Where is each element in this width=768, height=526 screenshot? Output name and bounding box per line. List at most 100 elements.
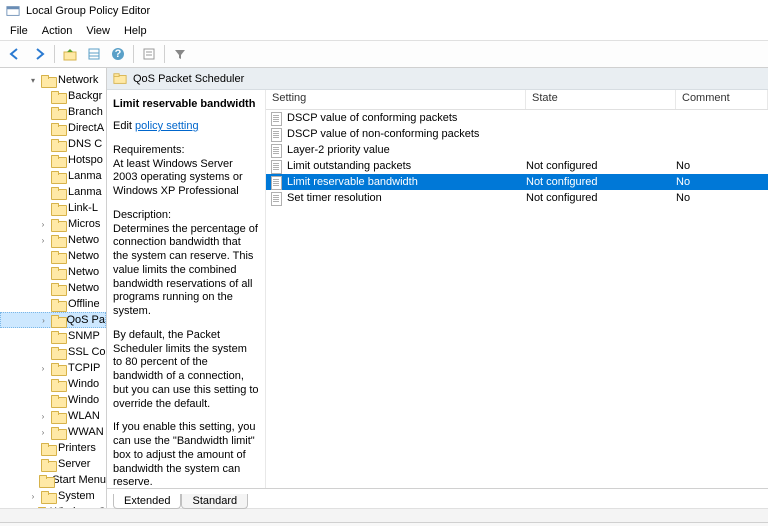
tree-item[interactable]: Lanma <box>0 184 106 200</box>
twist-icon[interactable] <box>38 123 48 133</box>
twist-icon[interactable] <box>38 171 48 181</box>
twist-icon[interactable] <box>38 347 48 357</box>
twist-icon[interactable] <box>28 475 36 485</box>
edit-policy-link[interactable]: policy setting <box>135 120 199 132</box>
twist-icon[interactable] <box>38 267 48 277</box>
twist-icon[interactable] <box>38 139 48 149</box>
twist-icon[interactable] <box>38 203 48 213</box>
tab-extended[interactable]: Extended <box>113 494 181 509</box>
tree-item[interactable]: Netwo <box>0 264 106 280</box>
twist-icon[interactable]: › <box>38 363 48 373</box>
tree-item-label: Network <box>58 74 98 86</box>
tree-item[interactable]: Branch <box>0 104 106 120</box>
tree-item-label: Netwo <box>68 234 99 246</box>
folder-icon <box>51 315 64 326</box>
folder-icon <box>51 91 65 102</box>
tree-item[interactable]: ›QoS Pa <box>0 312 106 328</box>
twist-icon[interactable]: › <box>38 235 48 245</box>
tree-item[interactable]: Windo <box>0 376 106 392</box>
tree-item-label: System <box>58 490 95 502</box>
tree-item-label: WWAN <box>68 426 104 438</box>
twist-icon[interactable] <box>38 299 48 309</box>
twist-icon[interactable] <box>38 251 48 261</box>
menu-file[interactable]: File <box>4 24 34 38</box>
setting-row[interactable]: DSCP value of conforming packets <box>266 110 768 126</box>
twist-icon[interactable]: › <box>39 315 48 325</box>
twist-icon[interactable] <box>38 187 48 197</box>
back-button[interactable] <box>4 43 26 65</box>
twist-icon[interactable]: › <box>28 507 35 508</box>
col-setting[interactable]: Setting <box>266 90 526 109</box>
properties-button[interactable] <box>138 43 160 65</box>
filter-button[interactable] <box>169 43 191 65</box>
folder-icon <box>51 187 65 198</box>
twist-icon[interactable] <box>38 379 48 389</box>
tree-item[interactable]: ›TCPIP <box>0 360 106 376</box>
tree-item[interactable]: DirectA <box>0 120 106 136</box>
menu-action[interactable]: Action <box>36 24 79 38</box>
twist-icon[interactable] <box>28 443 38 453</box>
tree-item[interactable]: › System <box>0 488 106 504</box>
tree-item[interactable]: ›Windows C <box>0 504 106 508</box>
tree-item[interactable]: Offline <box>0 296 106 312</box>
col-state[interactable]: State <box>526 90 676 109</box>
folder-icon <box>51 155 65 166</box>
folder-icon <box>51 123 65 134</box>
twist-icon[interactable] <box>38 395 48 405</box>
help-button[interactable]: ? <box>107 43 129 65</box>
separator <box>133 45 134 63</box>
tree-item[interactable]: SSL Co <box>0 344 106 360</box>
tree-item[interactable]: Start Menu <box>0 472 106 488</box>
tree-item[interactable]: ▾ Network <box>0 72 106 88</box>
tree-item[interactable]: SNMP <box>0 328 106 344</box>
folder-icon <box>51 139 65 150</box>
twist-icon[interactable]: ▾ <box>28 75 38 85</box>
folder-icon <box>38 507 48 509</box>
tree-item[interactable]: Backgr <box>0 88 106 104</box>
tree-item[interactable]: Lanma <box>0 168 106 184</box>
twist-icon[interactable] <box>38 155 48 165</box>
tree-item[interactable]: Netwo <box>0 280 106 296</box>
list-view-button[interactable] <box>83 43 105 65</box>
twist-icon[interactable] <box>38 91 48 101</box>
tree-pane[interactable]: ▾NetworkBackgrBranchDirectADNS CHotspoLa… <box>0 68 107 508</box>
tree-item[interactable]: ›Micros <box>0 216 106 232</box>
tree-scrollbar[interactable] <box>0 508 768 522</box>
setting-row[interactable]: Limit reservable bandwidthNot configured… <box>266 174 768 190</box>
tree-item[interactable]: › WWAN <box>0 424 106 440</box>
setting-name: Set timer resolution <box>287 192 382 204</box>
folder-icon <box>41 459 55 470</box>
forward-button[interactable] <box>28 43 50 65</box>
twist-icon[interactable]: › <box>38 411 48 421</box>
twist-icon[interactable]: › <box>38 427 48 437</box>
tree-item[interactable]: Windo <box>0 392 106 408</box>
twist-icon[interactable] <box>38 283 48 293</box>
setting-row[interactable]: Limit outstanding packetsNot configuredN… <box>266 158 768 174</box>
twist-icon[interactable]: › <box>38 219 48 229</box>
tab-standard[interactable]: Standard <box>181 494 248 509</box>
description-pane: Limit reservable bandwidth Edit policy s… <box>107 90 265 488</box>
up-folder-button[interactable] <box>59 43 81 65</box>
menu-view[interactable]: View <box>80 24 116 38</box>
twist-icon[interactable] <box>38 331 48 341</box>
tree-item[interactable]: Link-L <box>0 200 106 216</box>
folder-icon <box>51 235 65 246</box>
tree-item[interactable]: ›WLAN <box>0 408 106 424</box>
twist-icon[interactable]: › <box>28 491 38 501</box>
col-comment[interactable]: Comment <box>676 90 768 109</box>
setting-row[interactable]: DSCP value of non-conforming packets <box>266 126 768 142</box>
tree-item[interactable]: Netwo <box>0 248 106 264</box>
separator <box>54 45 55 63</box>
setting-row[interactable]: Set timer resolutionNot configuredNo <box>266 190 768 206</box>
tree-item[interactable]: DNS C <box>0 136 106 152</box>
twist-icon[interactable] <box>38 107 48 117</box>
description-label: Description: <box>113 209 171 221</box>
tree-item[interactable]: Hotspo <box>0 152 106 168</box>
twist-icon[interactable] <box>28 459 38 469</box>
tree-item[interactable]: Printers <box>0 440 106 456</box>
tree-item[interactable]: Server <box>0 456 106 472</box>
folder-icon <box>51 219 65 230</box>
setting-row[interactable]: Layer-2 priority value <box>266 142 768 158</box>
tree-item[interactable]: › Netwo <box>0 232 106 248</box>
menu-help[interactable]: Help <box>118 24 153 38</box>
